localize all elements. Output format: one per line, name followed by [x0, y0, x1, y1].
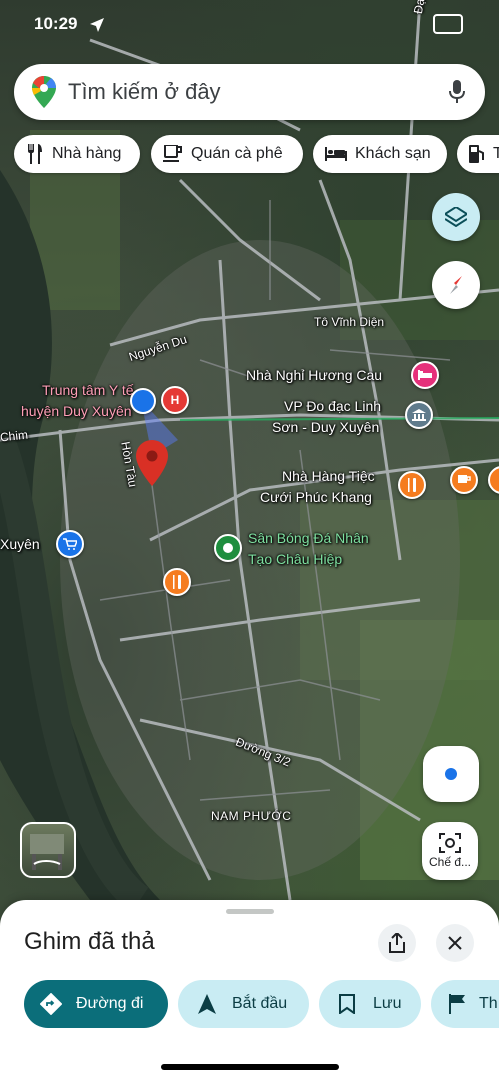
place-label-trung-tam-1[interactable]: Trung tâm Y tế — [42, 380, 134, 401]
chip-hotels[interactable]: Khách sạn — [313, 135, 447, 173]
flag-icon — [449, 994, 465, 1014]
microphone-icon[interactable] — [449, 80, 465, 104]
place-label-xuyen[interactable]: Xuyên — [0, 534, 40, 555]
place-label-nha-hang-2[interactable]: Cưới Phúc Khang — [260, 487, 372, 508]
bookmark-icon — [339, 994, 355, 1014]
share-icon — [389, 933, 405, 953]
hotel-pin-icon[interactable] — [411, 361, 439, 389]
start-button[interactable]: Bắt đầu — [178, 980, 309, 1028]
stadium-pin-icon[interactable] — [214, 534, 242, 562]
chip-label: Khách sạn — [355, 145, 431, 162]
road-label-to-vinh-dien: Tô Vĩnh Diện — [314, 315, 385, 329]
compass-icon — [450, 276, 462, 294]
search-bar[interactable]: Tìm kiếm ở đây — [14, 64, 485, 120]
place-label-san-bong-1[interactable]: Sân Bóng Đá Nhân — [248, 528, 369, 549]
close-icon — [448, 936, 462, 950]
sheet-drag-handle[interactable] — [226, 909, 274, 914]
shopping-pin-icon[interactable] — [56, 530, 84, 558]
google-maps-logo-icon — [32, 76, 56, 108]
restaurant-pin-icon[interactable] — [398, 471, 426, 499]
chip-label: Quán cà phê — [191, 145, 283, 162]
chip-gas[interactable]: T — [457, 135, 499, 173]
bed-icon — [325, 147, 347, 161]
current-location-dot — [130, 388, 156, 414]
government-pin-icon[interactable] — [405, 401, 433, 429]
road-label-chim: Chim — [0, 427, 29, 445]
compass-button[interactable] — [432, 261, 480, 309]
status-time: 10:29 — [34, 14, 78, 33]
directions-icon — [40, 993, 62, 1015]
place-label-san-bong-2[interactable]: Tạo Châu Hiệp — [248, 549, 342, 570]
share-button[interactable] — [378, 924, 416, 962]
search-input[interactable]: Tìm kiếm ở đây — [68, 79, 221, 105]
chip-restaurants[interactable]: Nhà hàng — [14, 135, 140, 173]
street-view-thumbnail[interactable] — [20, 822, 76, 878]
start-label: Bắt đầu — [232, 995, 288, 1012]
place-bottom-sheet[interactable]: Ghim đã thả Đường đi Bắt đầu Lưu Th — [0, 900, 499, 1080]
restaurant-pin-icon-2[interactable] — [163, 568, 191, 596]
cafe-pin-icon[interactable] — [450, 466, 478, 494]
area-label-nam-phuoc: NAM PHƯỚC — [211, 809, 292, 823]
chip-cafes[interactable]: Quán cà phê — [151, 135, 303, 173]
place-label-nha-hang-1[interactable]: Nhà Hàng Tiệc — [282, 466, 375, 487]
hospital-pin-icon[interactable]: H — [161, 386, 189, 414]
directions-label: Đường đi — [76, 995, 144, 1012]
coffee-cup-icon — [163, 145, 183, 163]
fork-knife-icon — [26, 144, 44, 164]
directions-button[interactable]: Đường đi — [24, 980, 168, 1028]
my-location-button[interactable] — [423, 746, 479, 802]
flag-button[interactable]: Th — [431, 980, 499, 1028]
place-label-trung-tam-2[interactable]: huyện Duy Xuyên — [21, 401, 132, 422]
chip-label: Nhà hàng — [52, 145, 122, 162]
place-label-vp-1[interactable]: VP Đo đạc Linh — [284, 396, 381, 417]
home-indicator[interactable] — [161, 1064, 339, 1070]
close-button[interactable] — [436, 924, 474, 962]
street-view-icon — [30, 834, 64, 870]
dropped-pin-icon[interactable] — [136, 440, 168, 486]
layers-icon — [445, 207, 467, 227]
save-button[interactable]: Lưu — [319, 980, 421, 1028]
layers-button[interactable] — [432, 193, 480, 241]
place-label-vp-2[interactable]: Sơn - Duy Xuyên — [272, 417, 379, 438]
sheet-title: Ghim đã thả — [24, 928, 155, 955]
screenshot-mode-label: Chế đ... — [428, 855, 472, 869]
location-arrow-icon — [90, 18, 104, 32]
save-label: Lưu — [373, 995, 402, 1012]
chip-label: T — [493, 145, 499, 162]
place-label-nha-nghi[interactable]: Nhà Nghỉ Hương Cau — [246, 365, 382, 386]
flag-label: Th — [479, 995, 498, 1012]
my-location-icon — [445, 768, 457, 780]
camera-scan-icon — [439, 833, 461, 853]
gas-station-icon — [469, 145, 485, 163]
battery-icon — [433, 14, 463, 34]
navigation-arrow-icon — [198, 994, 216, 1014]
screenshot-mode-button[interactable]: Chế đ... — [422, 822, 478, 880]
